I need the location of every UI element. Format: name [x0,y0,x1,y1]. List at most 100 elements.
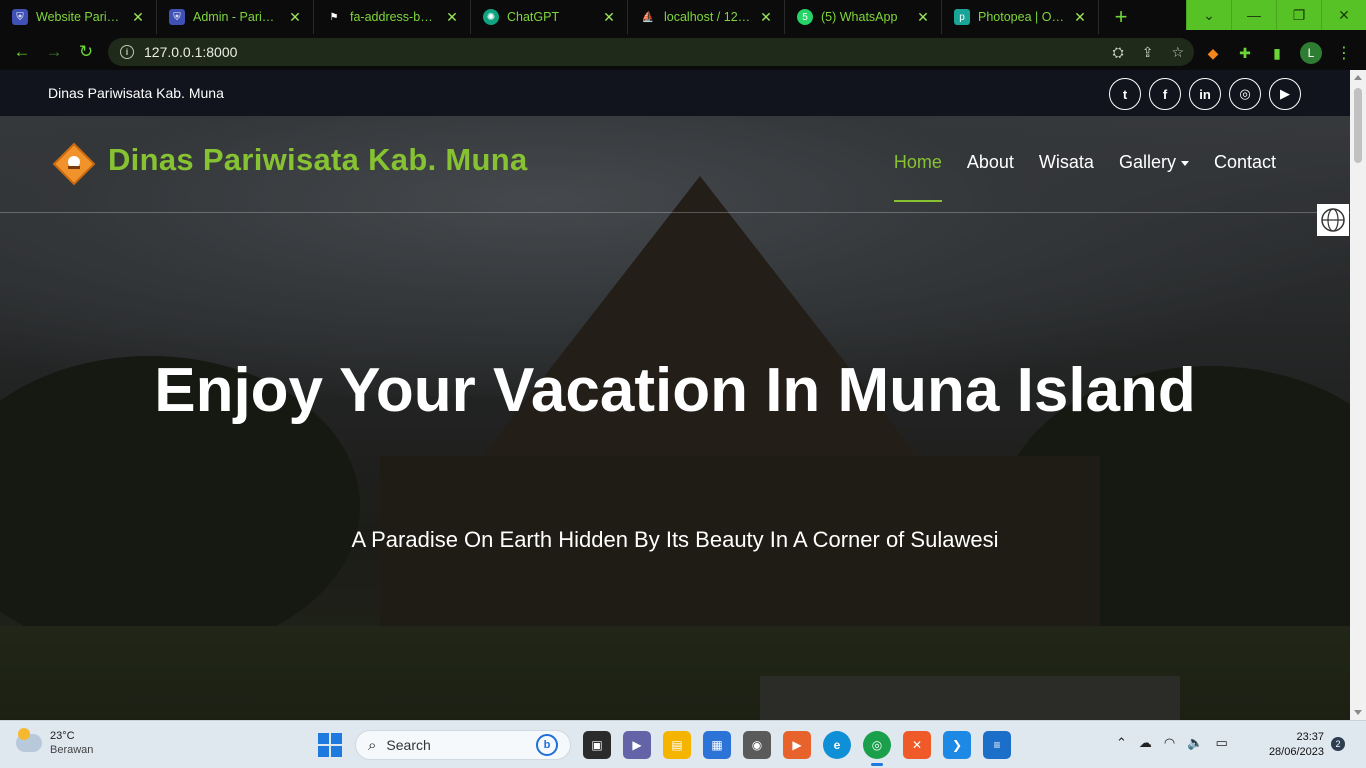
close-icon[interactable]: ✕ [444,9,460,26]
tab-title: Photopea | Online [978,10,1066,24]
whatsapp-icon: 5 [797,9,813,25]
close-icon[interactable]: ✕ [915,9,931,26]
close-icon[interactable]: ✕ [1072,9,1088,26]
windows-start-icon[interactable] [318,733,342,757]
reload-button[interactable]: ↻ [70,42,102,62]
tab-title: fa-address-book [350,10,438,24]
edge-icon[interactable]: e [823,731,851,759]
weather-widget[interactable]: 23°C Berawan [16,728,93,757]
facebook-icon[interactable]: f [1149,78,1181,110]
twitter-icon[interactable]: t [1109,78,1141,110]
vscode-icon[interactable]: ❯ [943,731,971,759]
onedrive-icon[interactable]: ☁ [1139,735,1152,751]
hero-section: Dinas Pariwisata Kab. Muna Home About Wi… [0,116,1350,720]
restore-button[interactable]: ❐ [1276,0,1321,30]
profile-avatar[interactable]: L [1300,42,1322,64]
file-explorer-icon[interactable]: ▤ [663,731,691,759]
chrome-icon[interactable]: ◎ [863,731,891,766]
close-icon[interactable]: ✕ [287,9,303,26]
camera-icon[interactable]: ◉ [743,731,771,759]
clock[interactable]: 23:37 28/06/2023 [1256,730,1324,760]
linkedin-icon[interactable]: in [1189,78,1221,110]
close-icon[interactable]: ✕ [130,9,146,26]
search-icon: ⌕ [368,736,377,754]
bookmark-star-icon[interactable]: ☆ [1171,44,1184,61]
xampp-icon[interactable]: ✕ [903,731,931,759]
wifi-icon[interactable]: ◠ [1164,735,1175,751]
instagram-icon[interactable]: ◎ [1229,78,1261,110]
chevron-up-icon[interactable]: ⌃ [1116,735,1127,751]
tab-photopea[interactable]: p Photopea | Online ✕ [942,0,1099,34]
tab-strip: ⛨ Website Pariwisata ✕ ⛨ Admin - Pariwis… [0,0,1366,34]
weather-temp: 23°C [50,730,75,742]
nav-contact[interactable]: Contact [1214,152,1276,173]
phpmyadmin-icon: ⛵ [640,9,656,25]
volume-icon[interactable]: 🔈 [1187,735,1203,751]
close-icon[interactable]: ✕ [758,9,774,26]
window-controls: ⌄ — ❐ ✕ [1186,0,1366,30]
battery-icon[interactable]: ▭ [1215,735,1227,751]
taskbar: 23°C Berawan ⌕ Search b ▣ ▶ ▤ ▦ ◉ ▶ e ◎ … [0,720,1366,768]
notepad-icon[interactable]: ≡ [983,731,1011,759]
tab-whatsapp[interactable]: 5 (5) WhatsApp ✕ [785,0,942,34]
metamask-icon[interactable]: ◆ [1204,44,1222,62]
task-view-icon[interactable]: ▣ [583,731,611,759]
nav-wisata[interactable]: Wisata [1039,152,1094,173]
omnibox-actions: ⛭ ⇪ ☆ [1113,44,1185,61]
bing-icon[interactable]: b [536,734,558,756]
clock-time: 23:37 [1296,731,1324,743]
tab-admin-pariwisata[interactable]: ⛨ Admin - Pariwisata ✕ [157,0,314,34]
site-info-icon[interactable]: i [120,45,134,59]
sidepanel-icon[interactable]: ▮ [1268,44,1286,62]
weather-text: 23°C Berawan [50,729,93,757]
tab-phpmyadmin[interactable]: ⛵ localhost / 127.0.0.1 ✕ [628,0,785,34]
minimize-button[interactable]: — [1231,0,1276,30]
tab-website-pariwisata[interactable]: ⛨ Website Pariwisata ✕ [0,0,157,34]
topbar-brand: Dinas Pariwisata Kab. Muna [48,85,224,101]
page-scrollbar[interactable] [1350,70,1366,720]
youtube-icon[interactable]: ▶ [1269,78,1301,110]
close-icon[interactable]: ✕ [601,9,617,26]
chevron-down-icon [1180,160,1189,166]
microsoft-store-icon[interactable]: ▦ [703,731,731,759]
scroll-down-arrow[interactable] [1354,710,1362,715]
site-title[interactable]: Dinas Pariwisata Kab. Muna [108,142,528,178]
weather-condition: Berawan [50,744,94,756]
notification-badge[interactable]: 2 [1331,737,1345,751]
tab-search-button[interactable]: ⌄ [1186,0,1231,30]
scrollbar-thumb[interactable] [1354,88,1362,163]
page-viewport: Dinas Pariwisata Kab. Muna t f in ◎ ▶ Di… [0,70,1350,720]
hero-title: Enjoy Your Vacation In Muna Island [154,356,1196,425]
accessibility-widget-icon[interactable] [1317,204,1349,236]
close-window-button[interactable]: ✕ [1321,0,1366,30]
forward-button[interactable]: → [38,42,70,62]
back-button[interactable]: ← [6,42,38,62]
nav-gallery-label: Gallery [1118,152,1176,172]
shield-icon: ⛨ [169,9,185,25]
share-icon[interactable]: ⇪ [1142,44,1154,61]
nav-gallery[interactable]: Gallery [1119,152,1189,173]
flag-icon: ⚑ [326,9,342,25]
site-logo[interactable] [52,142,96,186]
media-player-icon[interactable]: ▶ [783,731,811,759]
shield-icon: ⛨ [12,9,28,25]
tab-title: (5) WhatsApp [821,10,898,24]
extensions-puzzle-icon[interactable]: ✚ [1236,44,1254,62]
social-links: t f in ◎ ▶ [1109,78,1301,110]
extension-icons: ◆ ✚ ▮ L ⋮ [1204,42,1352,64]
browser-menu-icon[interactable]: ⋮ [1336,43,1352,63]
address-bar[interactable]: i 127.0.0.1:8000 ⛭ ⇪ ☆ [108,38,1194,66]
main-menu: Home About Wisata Gallery Contact [893,152,1276,202]
teams-chat-icon[interactable]: ▶ [623,731,651,759]
translate-icon[interactable]: ⛭ [1113,44,1124,61]
tab-fa-address-book[interactable]: ⚑ fa-address-book ✕ [314,0,471,34]
new-tab-button[interactable]: + [1103,4,1139,30]
url-text[interactable]: 127.0.0.1:8000 [144,44,237,60]
taskbar-search[interactable]: ⌕ Search b [355,730,571,760]
photopea-icon: p [954,9,970,25]
scroll-up-arrow[interactable] [1354,75,1362,80]
hero-subtitle: A Paradise On Earth Hidden By Its Beauty… [351,527,999,552]
tab-chatgpt[interactable]: ✺ ChatGPT ✕ [471,0,628,34]
nav-home[interactable]: Home [893,152,942,202]
nav-about[interactable]: About [967,152,1014,173]
